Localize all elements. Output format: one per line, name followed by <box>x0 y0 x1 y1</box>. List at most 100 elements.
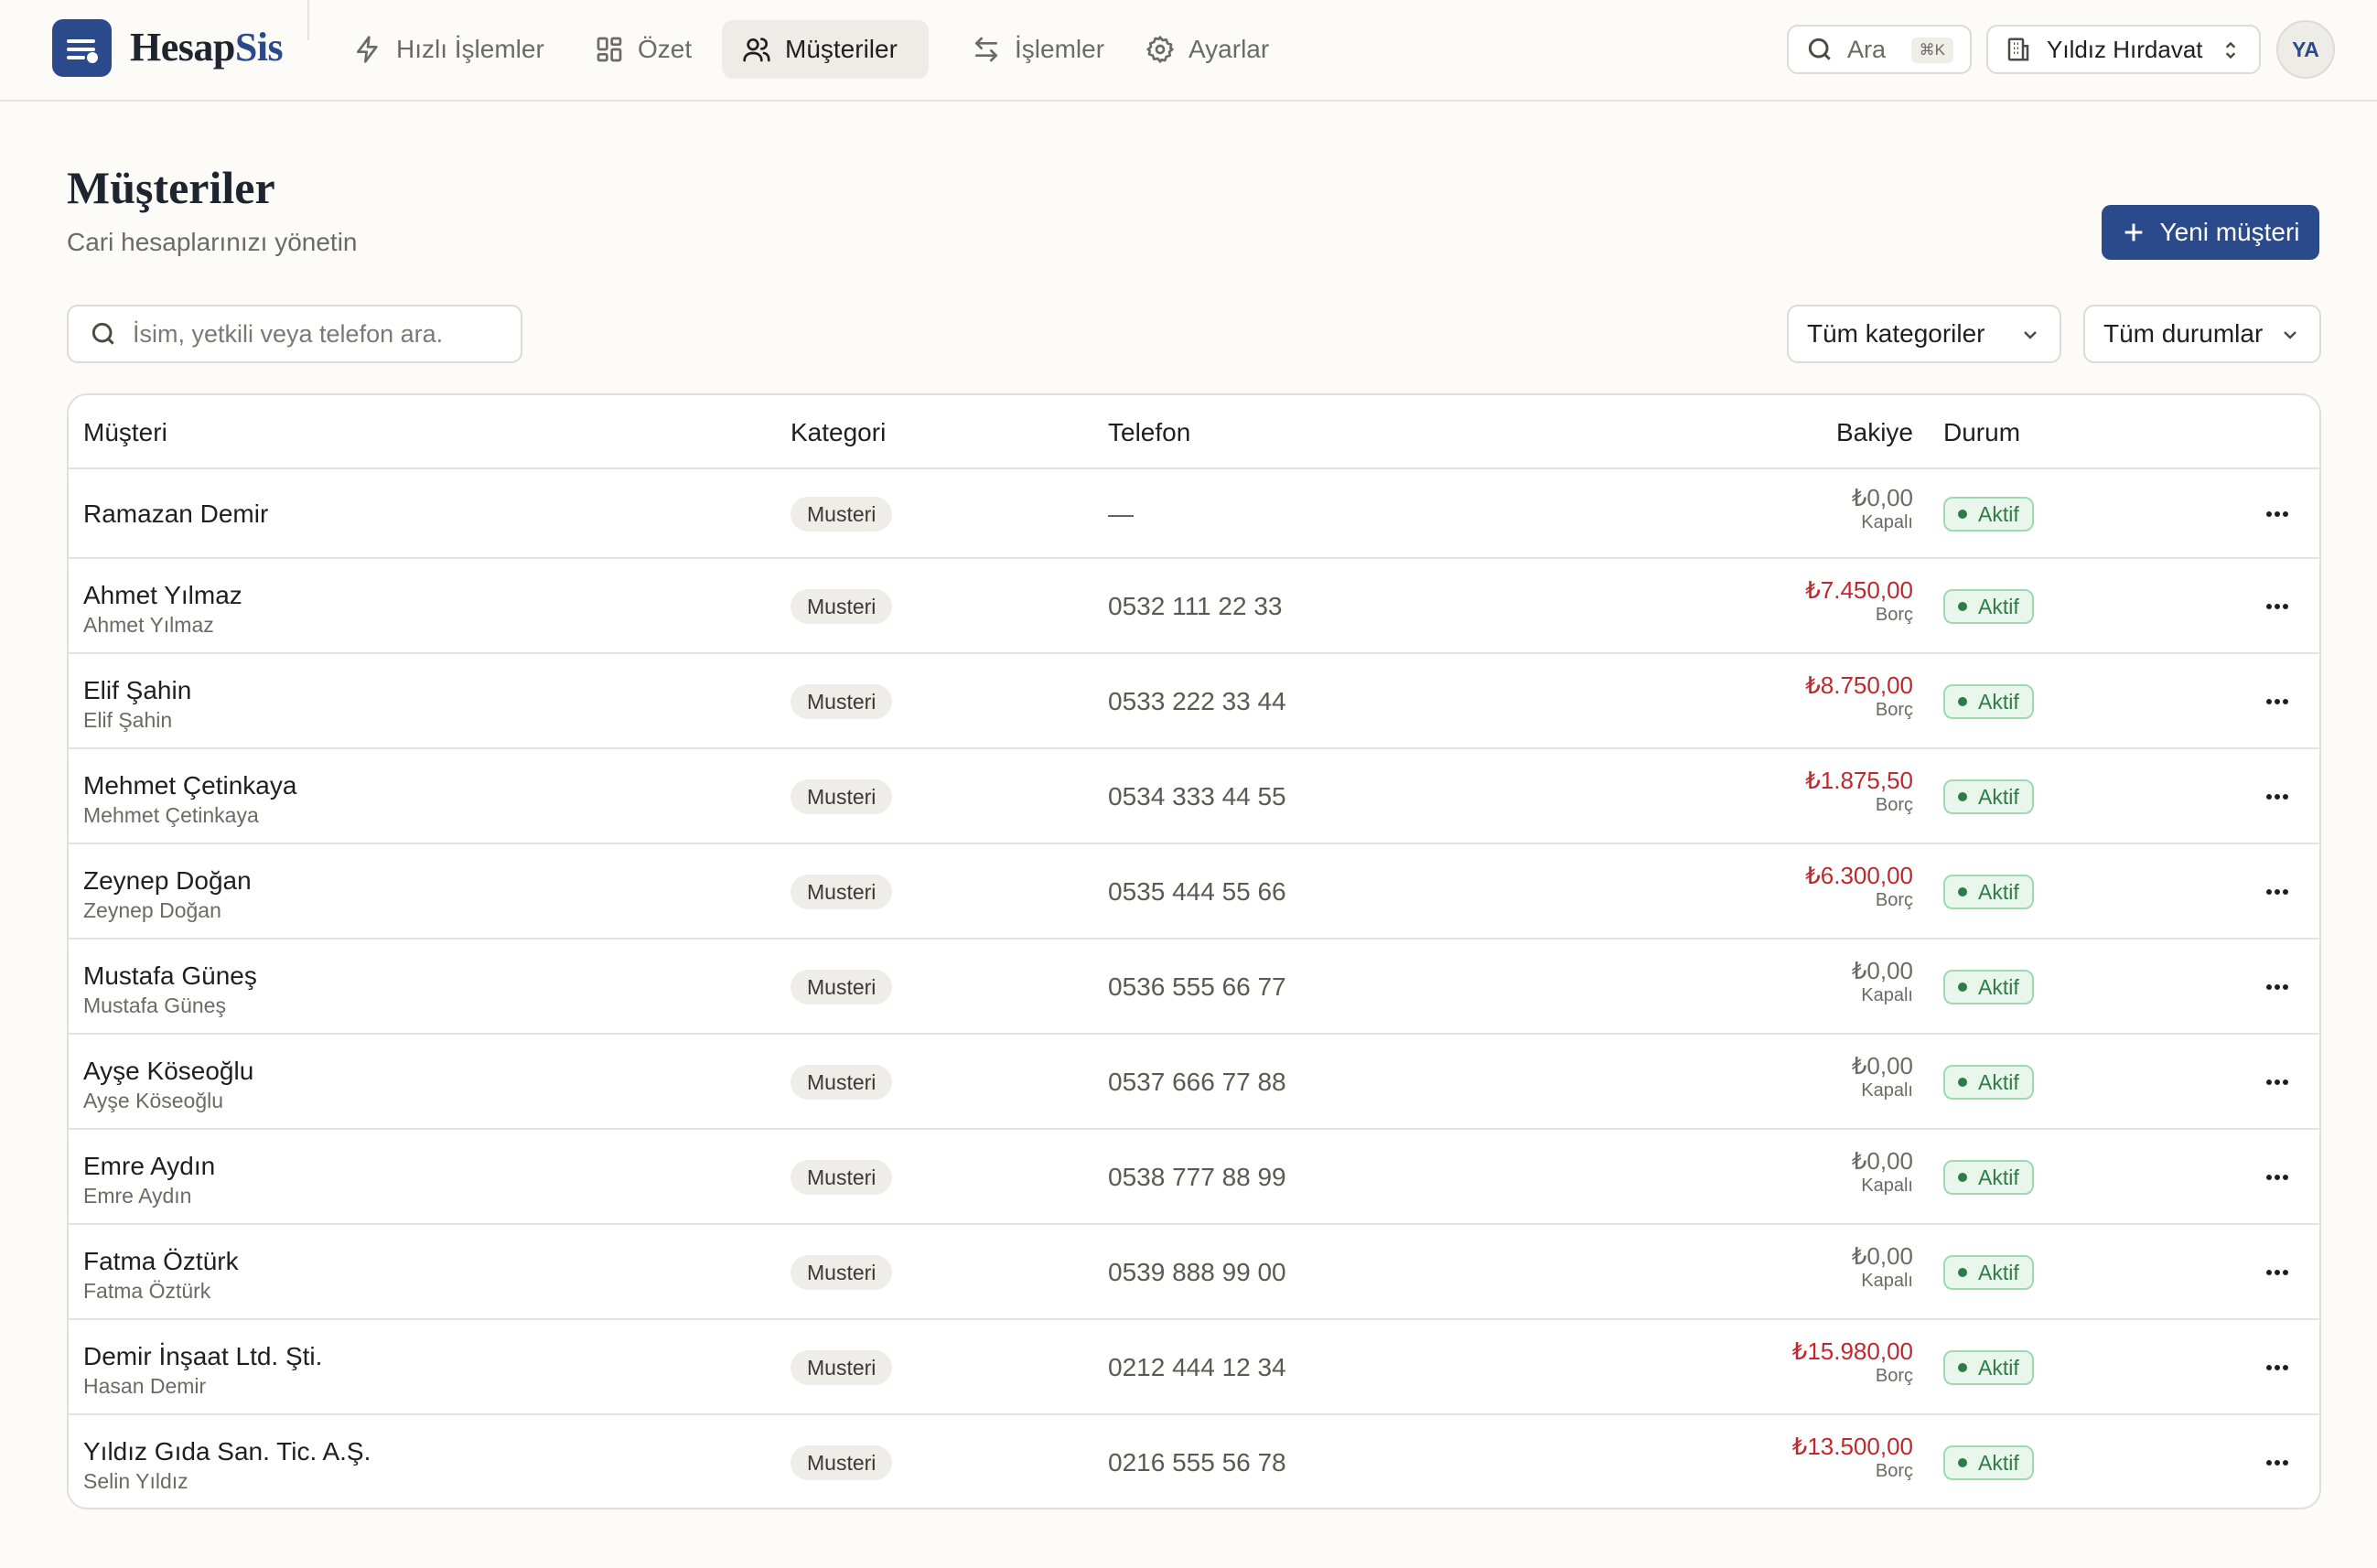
customer-name[interactable]: Ramazan Demir <box>83 499 268 529</box>
category-badge: Musteri <box>791 1255 893 1290</box>
table-row[interactable]: Mehmet Çetinkaya Mehmet Çetinkaya Musteri 0… <box>69 749 2319 844</box>
customer-phone: 0536 555 66 77 <box>1108 972 1286 1001</box>
customer-contact: Zeynep Doğan <box>83 898 221 922</box>
customer-name[interactable]: Demir İnşaat Ltd. Şti. <box>83 1342 322 1371</box>
customer-phone: 0535 444 55 66 <box>1108 877 1286 906</box>
table-row[interactable]: Zeynep Doğan Zeynep Doğan Musteri 0535 444 … <box>69 844 2319 940</box>
company-switcher[interactable]: Yıldız Hırdavat <box>1986 25 2261 74</box>
more-horizontal-icon <box>2266 1460 2288 1466</box>
table-row[interactable]: Fatma Öztürk Fatma Öztürk Musteri 0539 888 … <box>69 1225 2319 1320</box>
header-status[interactable]: Durum <box>1943 418 2020 447</box>
header-phone[interactable]: Telefon <box>1108 418 1190 447</box>
row-actions-button[interactable] <box>2261 971 2294 1004</box>
row-actions-button[interactable] <box>2261 875 2294 908</box>
nav-label: Ayarlar <box>1188 35 1270 63</box>
category-badge: Musteri <box>791 970 893 1004</box>
balance-amount: ₺0,00 <box>1851 957 1913 984</box>
row-actions-button[interactable] <box>2261 1351 2294 1384</box>
status-dot-icon <box>1958 792 1967 801</box>
category-badge: Musteri <box>791 1065 893 1100</box>
customer-search-input[interactable] <box>133 319 499 349</box>
table-header: Müşteri Kategori Telefon Bakiye Durum <box>69 395 2319 469</box>
header-customer[interactable]: Müşteri <box>83 418 167 447</box>
nav-customers[interactable]: Müşteriler <box>722 20 929 79</box>
logo-icon[interactable] <box>52 19 112 77</box>
customer-name[interactable]: Elif Şahin <box>83 676 191 705</box>
chevron-down-icon <box>2284 331 2296 339</box>
chevrons-updown-icon <box>2225 41 2236 59</box>
nav-label: Özet <box>638 35 693 63</box>
category-badge: Musteri <box>791 875 893 909</box>
row-actions-button[interactable] <box>2261 1161 2294 1194</box>
balance-label: Kapalı <box>1861 1176 1913 1196</box>
row-actions-button[interactable] <box>2261 685 2294 718</box>
row-actions-button[interactable] <box>2261 1446 2294 1479</box>
chevron-down-icon <box>2024 331 2037 339</box>
nav-label: Hızlı İşlemler <box>396 35 544 63</box>
avatar[interactable]: YA <box>2276 20 2335 79</box>
balance-cell: ₺7.450,00 Borç <box>1805 576 1913 626</box>
more-horizontal-icon <box>2266 794 2288 800</box>
status-label: Aktif <box>1978 594 2019 618</box>
customer-name[interactable]: Mustafa Güneş <box>83 961 257 991</box>
customer-contact: Elif Şahin <box>83 708 173 732</box>
status-filter[interactable]: Tüm durumlar <box>2083 305 2321 363</box>
balance-amount: ₺8.750,00 <box>1805 671 1913 699</box>
status-label: Aktif <box>1978 1165 2019 1189</box>
table-row[interactable]: Ramazan Demir Musteri — ₺0,00 Kapalı Aktif <box>69 469 2319 559</box>
balance-cell: ₺0,00 Kapalı <box>1852 957 1913 1006</box>
customer-name[interactable]: Ahmet Yılmaz <box>83 581 242 610</box>
category-badge: Musteri <box>791 1160 893 1195</box>
customer-name[interactable]: Zeynep Doğan <box>83 866 252 896</box>
customer-contact: Ahmet Yılmaz <box>83 613 214 637</box>
balance-cell: ₺0,00 Kapalı <box>1852 1052 1913 1101</box>
nav-settings[interactable]: Ayarlar <box>1125 20 1289 79</box>
customer-name[interactable]: Yıldız Gıda San. Tic. A.Ş. <box>83 1437 371 1466</box>
category-badge: Musteri <box>791 1350 893 1385</box>
table-row[interactable]: Demir İnşaat Ltd. Şti. Hasan Demir Musteri… <box>69 1320 2319 1415</box>
customer-name[interactable]: Emre Aydın <box>83 1152 215 1181</box>
row-actions-button[interactable] <box>2261 780 2294 813</box>
brand-name[interactable]: HesapSis <box>130 24 284 70</box>
category-filter-value: Tüm kategoriler <box>1807 319 1985 348</box>
balance-label: Kapalı <box>1861 1271 1913 1291</box>
status-label: Aktif <box>1978 1069 2019 1094</box>
row-actions-button[interactable] <box>2261 1256 2294 1289</box>
table-row[interactable]: Emre Aydın Emre Aydın Musteri 0538 777 88 9… <box>69 1130 2319 1225</box>
new-customer-label: Yeni müşteri <box>2159 218 2300 246</box>
table-row[interactable]: Yıldız Gıda San. Tic. A.Ş. Selin Yıldız Mu… <box>69 1415 2319 1508</box>
balance-cell: ₺13.500,00 Borç <box>1792 1433 1913 1482</box>
table-row[interactable]: Mustafa Güneş Mustafa Güneş Musteri 0536 55… <box>69 940 2319 1035</box>
row-actions-button[interactable] <box>2261 590 2294 623</box>
status-dot-icon <box>1958 983 1967 992</box>
customer-search-field[interactable] <box>67 305 522 363</box>
nav-quick-actions[interactable]: Hızlı İşlemler <box>333 20 565 79</box>
company-name: Yıldız Hırdavat <box>2047 35 2203 63</box>
customer-name[interactable]: Mehmet Çetinkaya <box>83 771 296 800</box>
customer-contact: Ayşe Köseoğlu <box>83 1089 224 1112</box>
category-badge: Musteri <box>791 1445 893 1480</box>
row-actions-button[interactable] <box>2261 1066 2294 1099</box>
table-row[interactable]: Elif Şahin Elif Şahin Musteri 0533 222 33 4… <box>69 654 2319 749</box>
more-horizontal-icon <box>2266 511 2288 517</box>
customer-name[interactable]: Ayşe Köseoğlu <box>83 1057 253 1086</box>
header-balance[interactable]: Bakiye <box>1836 418 1913 447</box>
nav-label: İşlemler <box>1015 35 1105 63</box>
status-badge: Aktif <box>1943 1350 2034 1385</box>
customer-name[interactable]: Fatma Öztürk <box>83 1247 239 1276</box>
category-filter[interactable]: Tüm kategoriler <box>1787 305 2061 363</box>
balance-amount: ₺0,00 <box>1851 484 1913 511</box>
row-actions-button[interactable] <box>2261 498 2294 531</box>
nav-summary[interactable]: Özet <box>575 20 712 79</box>
page-title: Müşteriler <box>67 162 275 213</box>
table-row[interactable]: Ahmet Yılmaz Ahmet Yılmaz Musteri 0532 111 … <box>69 559 2319 654</box>
users-icon <box>743 38 770 62</box>
table-row[interactable]: Ayşe Köseoğlu Ayşe Köseoğlu Musteri 0537 66… <box>69 1035 2319 1130</box>
header-category[interactable]: Kategori <box>791 418 886 447</box>
balance-amount: ₺0,00 <box>1851 1052 1913 1079</box>
new-customer-button[interactable]: Yeni müşteri <box>2102 205 2319 260</box>
nav-transactions[interactable]: İşlemler <box>952 20 1124 79</box>
global-search-button[interactable]: Ara ⌘K <box>1787 25 1972 74</box>
status-badge: Aktif <box>1943 875 2034 909</box>
balance-cell: ₺0,00 Kapalı <box>1852 1242 1913 1292</box>
